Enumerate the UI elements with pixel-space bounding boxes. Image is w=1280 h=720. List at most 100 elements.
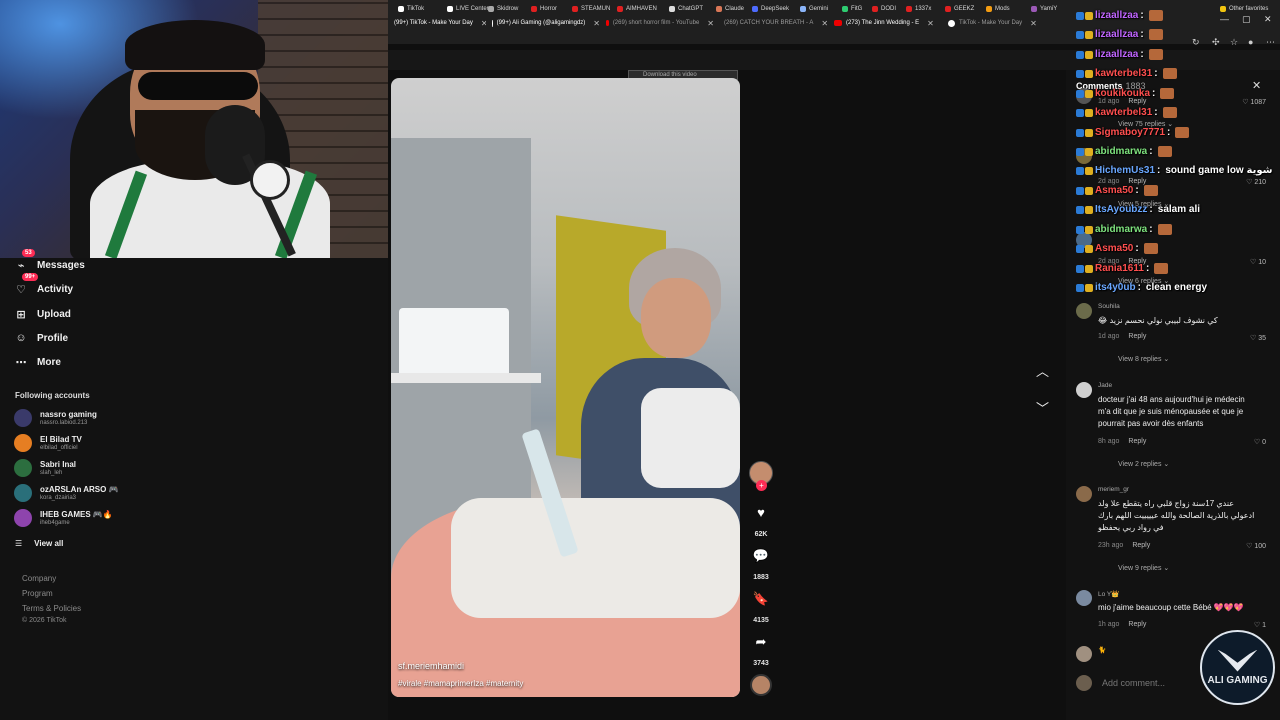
bookmark-icon [800, 6, 806, 12]
footer-company[interactable]: Company [22, 574, 56, 583]
bookmark-item[interactable]: GEEKZ [945, 6, 974, 12]
chat-separator: : [1149, 224, 1153, 235]
reply-button[interactable]: Reply [1128, 438, 1146, 445]
badge-icon [1085, 205, 1093, 214]
footer-terms[interactable]: Terms & Policies [22, 604, 81, 613]
bookmark-item[interactable]: Horror [531, 6, 557, 12]
bookmark-icon[interactable]: 🔖 [750, 591, 772, 607]
footer-program[interactable]: Program [22, 589, 53, 598]
tab-close-icon[interactable]: ✕ [593, 19, 600, 28]
bookmark-label: DeepSeek [761, 6, 790, 12]
bookmark-item[interactable]: Mods [986, 6, 1010, 12]
following-account[interactable]: nassro gaming nassro.labiod.213 [14, 409, 97, 427]
heart-icon[interactable]: ♥ [750, 505, 772, 520]
share-icon[interactable]: ➦ [750, 634, 772, 650]
comment-like-button[interactable]: ♡ 210 [1246, 178, 1266, 186]
sidebar-item-upload[interactable]: ⊞ Upload [14, 307, 71, 321]
avatar[interactable] [1076, 590, 1092, 606]
view-replies-link[interactable]: View 9 replies ⌄ [1118, 564, 1169, 572]
avatar[interactable] [1076, 303, 1092, 319]
bookmark-item[interactable]: STEAMUN [572, 6, 610, 12]
sidebar-item-activity[interactable]: ♡ 99+ Activity [14, 273, 73, 296]
browser-tab[interactable]: (269) short horror film - YouTube ✕ [606, 14, 714, 32]
tab-close-icon[interactable]: ✕ [707, 19, 714, 28]
view-replies-link[interactable]: View 8 replies ⌄ [1118, 355, 1169, 363]
comment-user[interactable]: meriem_gr [1098, 486, 1129, 493]
add-comment-input[interactable]: Add comment... [1102, 678, 1165, 688]
comment-user[interactable]: 🐈 [1098, 646, 1106, 654]
reply-button[interactable]: Reply [1132, 542, 1150, 549]
minimize-icon[interactable]: — [1220, 14, 1229, 24]
video-player[interactable]: sf.meriemhamidi #virale #mamaprimerIza #… [391, 78, 740, 697]
webcam-feed [0, 0, 388, 258]
menu-dots-icon[interactable]: ⋯ [1266, 37, 1275, 48]
comment-like-count: 100 [1254, 543, 1266, 550]
extensions-icon[interactable]: ✣ [1212, 37, 1220, 48]
tab-close-icon[interactable]: ✕ [481, 19, 486, 28]
browser-tab[interactable]: (99+) TikTok - Make Your Day ✕ [390, 14, 486, 32]
maximize-icon[interactable]: ▢ [1242, 14, 1251, 25]
sidebar-item-profile[interactable]: ☺ Profile [14, 331, 68, 345]
comment-like-button[interactable]: ♡ 1087 [1242, 98, 1266, 106]
comment-like-button[interactable]: ♡ 1 [1254, 621, 1266, 629]
comment-user[interactable]: Souhila [1098, 303, 1120, 310]
bookmark-item[interactable]: YamiY [1031, 6, 1057, 12]
bookmark-item[interactable]: TikTok [398, 6, 424, 12]
bookmark-item[interactable]: DODI [872, 6, 896, 12]
bookmark-item[interactable]: LIVE Center [447, 6, 489, 12]
account-info: El Bilad TV elbilad_officiel [40, 435, 82, 452]
browser-tab[interactable]: (273) The Jinn Wedding - E ✕ [834, 14, 942, 32]
comment-like-button[interactable]: ♡ 10 [1250, 258, 1266, 266]
browser-tab[interactable]: (269) CATCH YOUR BREATH - A ✕ [720, 14, 828, 32]
comment-like-count: 1087 [1250, 99, 1266, 106]
reply-button[interactable]: Reply [1128, 621, 1146, 628]
comment-like-button[interactable]: ♡ 100 [1246, 542, 1266, 550]
tab-label: (273) The Jinn Wedding - E [846, 20, 920, 26]
video-author[interactable]: sf.meriemhamidi [398, 661, 464, 671]
bookmark-item[interactable]: 1337x [906, 6, 931, 12]
comment-user[interactable]: Lo Y👑 [1098, 590, 1119, 598]
video-hashtags[interactable]: #virale #mamaprimerIza #maternity [398, 679, 523, 688]
view-replies-link[interactable]: View 2 replies ⌄ [1118, 460, 1169, 468]
reply-button[interactable]: Reply [1128, 98, 1146, 105]
close-window-icon[interactable]: ✕ [1264, 14, 1272, 25]
music-disc-icon[interactable] [750, 674, 772, 696]
bookmark-item[interactable]: AIMHAVEN [617, 6, 657, 12]
following-account[interactable]: ozARSLAn ARSO 🎮 kora_dzairia3 [14, 484, 119, 502]
comment-user[interactable]: Jade [1098, 382, 1112, 389]
bookmark-item[interactable]: Skidrow [488, 6, 518, 12]
view-all-link[interactable]: ☰ View all [15, 539, 63, 548]
tab-close-icon[interactable]: ✕ [821, 19, 828, 28]
following-account[interactable]: Sabri Inal slah_leh [14, 459, 76, 477]
reply-button[interactable]: Reply [1128, 333, 1146, 340]
favorite-icon[interactable]: ☆ [1230, 37, 1238, 48]
bookmark-item[interactable]: DeepSeek [752, 6, 789, 12]
bookmark-item[interactable]: FitG [842, 6, 862, 12]
tab-close-icon[interactable]: ✕ [927, 19, 934, 28]
browser-tab[interactable]: (99+) Ali Gaming (@aligamingdz) ✕ [492, 14, 600, 32]
bookmark-item[interactable]: Gemini [800, 6, 828, 12]
bookmark-item[interactable]: Other favorites [1220, 6, 1268, 12]
follow-plus-icon[interactable]: + [756, 480, 767, 491]
avatar[interactable] [1076, 646, 1092, 662]
comment-like-button[interactable]: ♡ 0 [1254, 438, 1266, 446]
sidebar-item-messages[interactable]: ⌁ 53 Messages [14, 249, 85, 272]
chevron-up-icon[interactable]: ︿ [1036, 361, 1049, 380]
bookmark-item[interactable]: Claude [716, 6, 744, 12]
comment-like-button[interactable]: ♡ 35 [1250, 334, 1266, 342]
chevron-down-icon[interactable]: ﹀ [1036, 398, 1049, 417]
reply-button[interactable]: Reply [1128, 178, 1146, 185]
following-account[interactable]: El Bilad TV elbilad_officiel [14, 434, 82, 452]
browser-tab[interactable]: TikTok - Make Your Day ✕ [948, 14, 1056, 32]
following-account[interactable]: IHEB GAMES 🎮🔥 iheb4game [14, 509, 113, 527]
chat-separator: : [1140, 29, 1144, 40]
sidebar-item-more[interactable]: ⋯ More [14, 355, 61, 369]
avatar[interactable] [1076, 486, 1092, 502]
avatar[interactable] [1076, 382, 1092, 398]
profile-avatar-icon[interactable]: ● [1248, 37, 1253, 47]
tab-close-icon[interactable]: ✕ [1030, 19, 1037, 28]
refresh-icon[interactable]: ↻ [1192, 37, 1200, 48]
badge-icon [1076, 147, 1084, 156]
bookmark-item[interactable]: ChatGPT [669, 6, 703, 12]
comment-icon[interactable]: 💬 [750, 548, 772, 564]
